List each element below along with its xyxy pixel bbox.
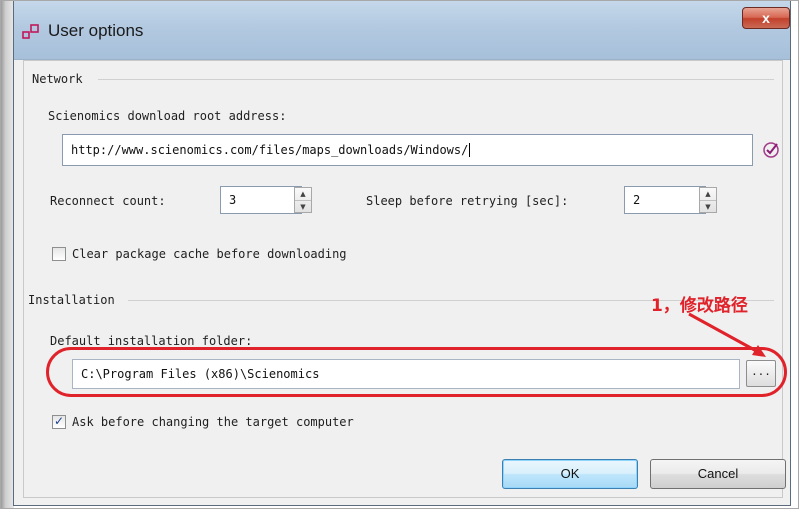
screenshot-border: [0, 0, 799, 509]
